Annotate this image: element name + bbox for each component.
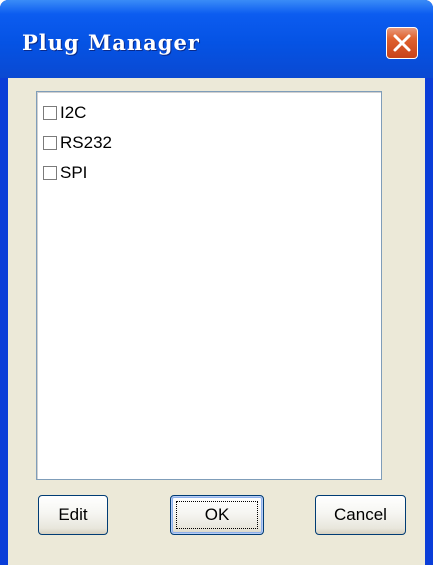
cancel-button-label: Cancel [334,505,387,524]
dialog-client-area: I2C RS232 SPI Edit OK Cancel [8,78,425,565]
checkbox-i2c[interactable] [43,106,57,120]
plugin-item-i2c[interactable]: I2C [43,101,86,125]
window-title: Plug Manager [22,30,200,55]
plugin-list[interactable]: I2C RS232 SPI [36,91,382,480]
edit-button-label: Edit [58,505,88,524]
plugin-item-rs232[interactable]: RS232 [43,131,112,155]
title-bar[interactable]: Plug Manager [0,0,433,78]
plug-manager-window: Plug Manager I2C RS232 SPI Edit OK Cance… [0,0,433,565]
plugin-label-i2c: I2C [60,103,87,122]
ok-button-label: OK [204,505,230,524]
plugin-item-spi[interactable]: SPI [43,161,87,185]
edit-button[interactable]: Edit [38,495,108,535]
checkbox-rs232[interactable] [43,136,57,150]
plugin-label-rs232: RS232 [60,133,112,152]
ok-button[interactable]: OK [170,495,264,535]
plugin-label-spi: SPI [60,163,88,182]
close-button[interactable] [386,27,418,59]
close-icon [393,34,411,52]
checkbox-spi[interactable] [43,166,57,180]
cancel-button[interactable]: Cancel [315,495,406,535]
